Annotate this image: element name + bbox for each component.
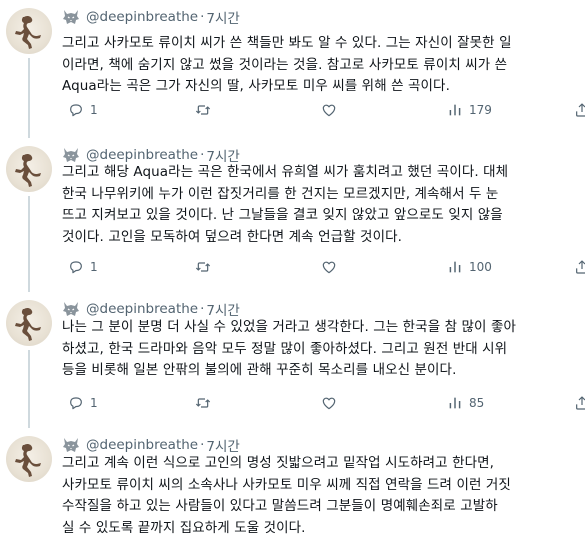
- views-icon: [447, 259, 463, 275]
- like-button[interactable]: [315, 257, 343, 277]
- share-icon: [574, 395, 585, 411]
- retweet-icon: [194, 259, 212, 275]
- tweet-line: 그리고 사카모토 류이치 씨가 쓴 책들만 봐도 알 수 있다. 그는 자신이 …: [62, 35, 512, 51]
- separator: ·: [200, 301, 205, 317]
- action-bar: 1 179: [62, 100, 585, 120]
- reply-count: 1: [90, 103, 98, 117]
- tweet[interactable]: @deepinbreathe · 7시간 나는 그 분이 분명 더 사실 수 있…: [0, 283, 585, 420]
- separator: ·: [200, 437, 205, 453]
- tweet[interactable]: @deepinbreathe · 7시간 그리고 해당 Aqua라는 곡은 한국…: [0, 130, 585, 283]
- reply-count: 1: [90, 396, 98, 410]
- tweet-line: 이라면, 책에 숨기지 않고 썼을 것이라는 것을. 참고로 사카모토 류이치 …: [62, 56, 508, 73]
- views-button[interactable]: 85: [441, 393, 484, 413]
- thread-line: [28, 58, 30, 130]
- retweet-icon: [194, 395, 212, 411]
- tweet-header: @deepinbreathe · 7시간: [62, 299, 240, 319]
- tweet-line: 한국 나무위키에 누가 이런 잡짓거리를 한 건지는 모르겠지만, 계속해서 두…: [62, 185, 499, 202]
- reply-button[interactable]: 1: [62, 257, 98, 277]
- tweet[interactable]: @deepinbreathe · 7시간 그리고 사카모토 류이치 씨가 쓴 책…: [0, 0, 585, 130]
- handle[interactable]: @deepinbreathe: [86, 147, 198, 163]
- tweet-line: 뜨고 지켜보고 있을 것이다. 난 그날들을 결코 잊지 않았고 앞으로도 잊지…: [62, 207, 503, 223]
- handle[interactable]: @deepinbreathe: [86, 9, 198, 25]
- brand-wolf-icon: [62, 147, 80, 163]
- share-button[interactable]: [568, 393, 585, 413]
- retweet-button[interactable]: [188, 393, 218, 413]
- like-icon: [321, 395, 337, 411]
- share-button[interactable]: [568, 257, 585, 277]
- thread-line: [28, 283, 30, 292]
- tweet-line: 실 수 있도록 끝까지 집요하게 도울 것이다.: [62, 519, 306, 536]
- tweet-line: 그리고 계속 이런 식으로 고인의 명성 짓밟으려고 밑작업 시도하려고 한다면…: [62, 455, 495, 471]
- views-icon: [447, 395, 463, 411]
- tweet-line: 수작질을 하고 있는 사람들이 있다고 말씀드려 그분들이 명예훼손죄로 고발하: [62, 498, 498, 514]
- reply-button[interactable]: 1: [62, 393, 98, 413]
- like-icon: [321, 259, 337, 275]
- thread-line: [28, 350, 30, 420]
- tweet[interactable]: @deepinbreathe · 7시간 그리고 계속 이런 식으로 고인의 명…: [0, 420, 585, 540]
- handle[interactable]: @deepinbreathe: [86, 301, 198, 317]
- like-button[interactable]: [315, 393, 343, 413]
- tweet-text: 그리고 계속 이런 식으로 고인의 명성 짓밟으려고 밑작업 시도하려고 한다면…: [62, 453, 577, 539]
- tweet-line: 것이다. 고인을 모독하여 덮으려 한다면 계속 언급할 것이다.: [62, 228, 403, 245]
- brand-wolf-icon: [62, 437, 80, 453]
- tweet-header: @deepinbreathe · 7시간: [62, 7, 240, 27]
- tweet-header: @deepinbreathe · 7시간: [62, 435, 240, 455]
- avatar[interactable]: [6, 300, 52, 346]
- views-count: 85: [469, 396, 485, 410]
- avatar[interactable]: [6, 436, 52, 482]
- share-icon: [574, 102, 585, 118]
- views-count: 100: [469, 260, 492, 274]
- thread-line: [28, 196, 30, 283]
- avatar[interactable]: [6, 146, 52, 192]
- retweet-icon: [194, 102, 212, 118]
- tweet-line: Aqua라는 곡은 그가 자신의 딸, 사카모토 미우 씨를 위해 쓴 곡이다.: [62, 78, 450, 94]
- views-button[interactable]: 100: [441, 257, 492, 277]
- views-count: 179: [469, 103, 492, 117]
- brand-wolf-icon: [62, 301, 80, 317]
- tweet-line: 사카모토 류이치 씨의 소속사나 사카모토 미우 씨께 직접 연락을 드려 이런…: [62, 476, 511, 493]
- tweet-line: 그리고 해당 Aqua라는 곡은 한국에서 유희열 씨가 훔치려고 했던 곡이다…: [62, 164, 509, 180]
- reply-button[interactable]: 1: [62, 100, 98, 120]
- timestamp[interactable]: 7시간: [206, 7, 239, 27]
- timestamp[interactable]: 7시간: [206, 299, 239, 319]
- tweet-line: 하셨고, 한국 드라마와 음악 모두 정말 많이 좋아하셨다. 그리고 원전 반…: [62, 340, 508, 357]
- action-bar: 1 85: [62, 393, 585, 413]
- reply-icon: [68, 102, 84, 118]
- tweet-line: 나는 그 분이 분명 더 사실 수 있었을 거라고 생각한다. 그는 한국을 참…: [62, 319, 516, 335]
- reply-count: 1: [90, 260, 98, 274]
- action-bar: 1 100: [62, 257, 585, 277]
- views-button[interactable]: 179: [441, 100, 492, 120]
- avatar[interactable]: [6, 8, 52, 54]
- brand-wolf-icon: [62, 9, 80, 25]
- tweet-text: 그리고 사카모토 류이치 씨가 쓴 책들만 봐도 알 수 있다. 그는 자신이 …: [62, 33, 577, 98]
- retweet-button[interactable]: [188, 257, 218, 277]
- like-icon: [321, 102, 337, 118]
- reply-icon: [68, 395, 84, 411]
- separator: ·: [200, 147, 205, 163]
- like-button[interactable]: [315, 100, 343, 120]
- thread-line: [28, 130, 30, 138]
- share-button[interactable]: [568, 100, 585, 120]
- tweet-text: 나는 그 분이 분명 더 사실 수 있었을 거라고 생각한다. 그는 한국을 참…: [62, 317, 577, 382]
- tweet-text: 그리고 해당 Aqua라는 곡은 한국에서 유희열 씨가 훔치려고 했던 곡이다…: [62, 162, 577, 248]
- timestamp[interactable]: 7시간: [206, 435, 239, 455]
- thread-line: [28, 420, 30, 428]
- share-icon: [574, 259, 585, 275]
- reply-icon: [68, 259, 84, 275]
- tweet-line: 등을 비롯해 일본 안팎의 불의에 관해 꾸준히 목소리를 내오신 분이다.: [62, 362, 457, 378]
- separator: ·: [200, 9, 205, 25]
- handle[interactable]: @deepinbreathe: [86, 437, 198, 453]
- retweet-button[interactable]: [188, 100, 218, 120]
- views-icon: [447, 102, 463, 118]
